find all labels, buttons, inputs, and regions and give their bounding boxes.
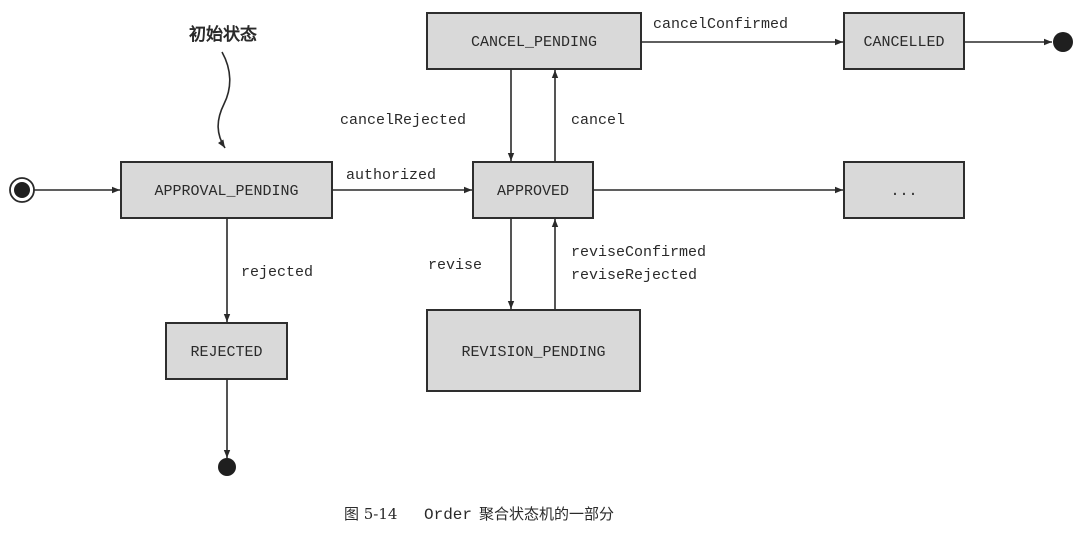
final-state-node-cancelled <box>1053 32 1073 52</box>
transition-label-cancel: cancel <box>571 112 625 129</box>
annotation-pointer-arrow <box>217 51 231 149</box>
transition-label-cancel-confirmed: cancelConfirmed <box>653 16 788 33</box>
transition-label-revise-confirmed: reviseConfirmed <box>571 244 706 261</box>
state-cancelled[interactable]: CANCELLED <box>843 12 965 70</box>
state-machine-diagram: 初始状态 APPROVAL_PENDING authorized APPROVE… <box>9 12 1073 524</box>
initial-state-annotation: 初始状态 <box>189 24 257 45</box>
transition-label-revise-rejected: reviseRejected <box>571 267 697 284</box>
state-approved[interactable]: APPROVED <box>472 161 594 219</box>
state-rejected[interactable]: REJECTED <box>165 322 288 380</box>
caption-entity: Order <box>424 506 472 524</box>
state-label: APPROVED <box>497 183 569 200</box>
state-cancel-pending[interactable]: CANCEL_PENDING <box>426 12 642 70</box>
caption-text: 聚合状态机的一部分 <box>479 505 614 523</box>
state-revision-pending[interactable]: REVISION_PENDING <box>426 309 641 392</box>
initial-state-node <box>9 177 35 203</box>
transition-label-revise: revise <box>428 257 482 274</box>
state-approval-pending[interactable]: APPROVAL_PENDING <box>120 161 333 219</box>
final-state-node-rejected <box>218 458 236 476</box>
transition-label-authorized: authorized <box>346 167 436 184</box>
transition-label-rejected: rejected <box>241 264 313 281</box>
state-label: REVISION_PENDING <box>461 344 605 361</box>
state-label: REJECTED <box>190 344 262 361</box>
state-label: CANCEL_PENDING <box>471 34 597 51</box>
figure-caption: 图 5-14 Order 聚合状态机的一部分 <box>344 505 614 524</box>
state-label: APPROVAL_PENDING <box>154 183 298 200</box>
state-label: ... <box>890 183 917 200</box>
state-label: CANCELLED <box>863 34 944 51</box>
transition-label-cancel-rejected: cancelRejected <box>340 112 466 129</box>
state-more[interactable]: ... <box>843 161 965 219</box>
caption-figure-number: 图 5-14 <box>344 505 397 523</box>
